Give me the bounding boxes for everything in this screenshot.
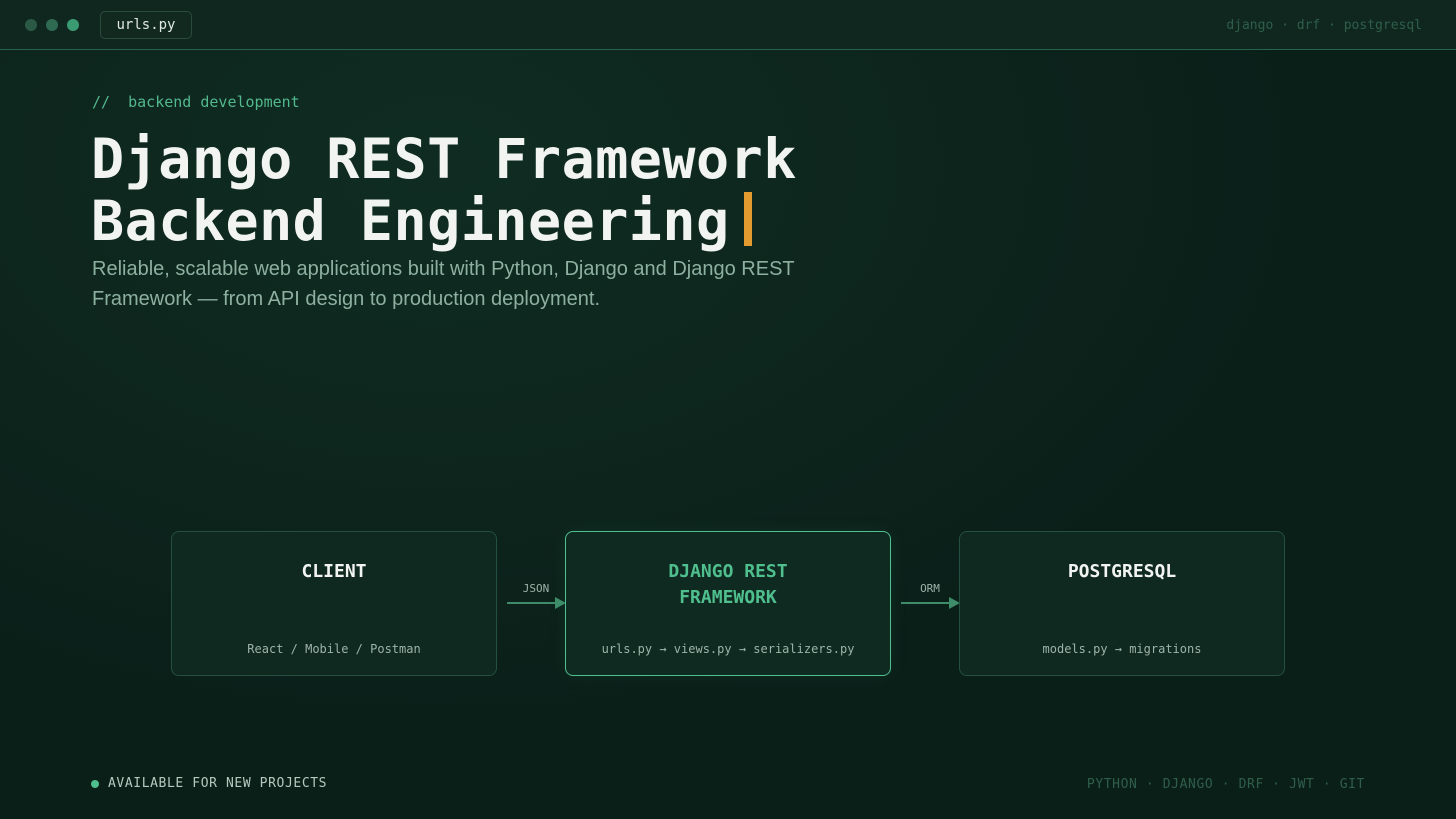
- header-stack-text: django · drf · postgresql: [1226, 18, 1422, 33]
- status-dot-icon: [91, 779, 99, 788]
- diagram-node-client: CLIENT React / Mobile / Postman: [171, 531, 497, 676]
- arrow-right-icon: [901, 597, 960, 609]
- diagram-node-postgresql: POSTGRESQL models.py → migrations: [959, 531, 1285, 676]
- connector-json: JSON: [505, 578, 567, 612]
- headline-line-2: Backend Engineering: [91, 189, 730, 253]
- node-subtitle: urls.py → views.py → serializers.py: [601, 642, 855, 656]
- hero-subtitle: Reliable, scalable web applications buil…: [92, 258, 795, 310]
- diagram-node-drf: DJANGO REST FRAMEWORK urls.py → views.py…: [565, 531, 891, 676]
- connector-label: JSON: [522, 582, 550, 595]
- window-title-bar: urls.py django · drf · postgresql: [0, 0, 1456, 50]
- status-text: AVAILABLE FOR NEW PROJECTS: [108, 776, 328, 791]
- headline-line-2-wrap: Backend Engineering: [91, 190, 797, 252]
- node-subtitle: models.py → migrations: [1042, 642, 1202, 656]
- arrow-right-icon: [507, 597, 566, 609]
- text-caret-icon: [743, 192, 752, 246]
- window-maximize-dot-icon[interactable]: [67, 19, 79, 31]
- connector-orm: ORM: [899, 578, 961, 612]
- node-title: POSTGRESQL: [1067, 561, 1177, 582]
- node-subtitle: React / Mobile / Postman: [247, 642, 421, 656]
- window-minimize-dot-icon[interactable]: [46, 19, 58, 31]
- page-title: Django REST Framework Backend Engineerin…: [91, 128, 797, 252]
- node-title: CLIENT: [301, 561, 367, 582]
- file-tab[interactable]: urls.py: [100, 11, 192, 39]
- availability-status: AVAILABLE FOR NEW PROJECTS: [91, 776, 327, 791]
- headline-line-1: Django REST Framework: [91, 127, 797, 191]
- window-close-dot-icon[interactable]: [25, 19, 37, 31]
- section-eyebrow: // backend development: [92, 93, 300, 111]
- tech-stack-list: PYTHON · DJANGO · DRF · JWT · GIT: [1086, 777, 1365, 792]
- connector-label: ORM: [920, 582, 940, 595]
- node-title: DJANGO REST FRAMEWORK: [668, 561, 788, 608]
